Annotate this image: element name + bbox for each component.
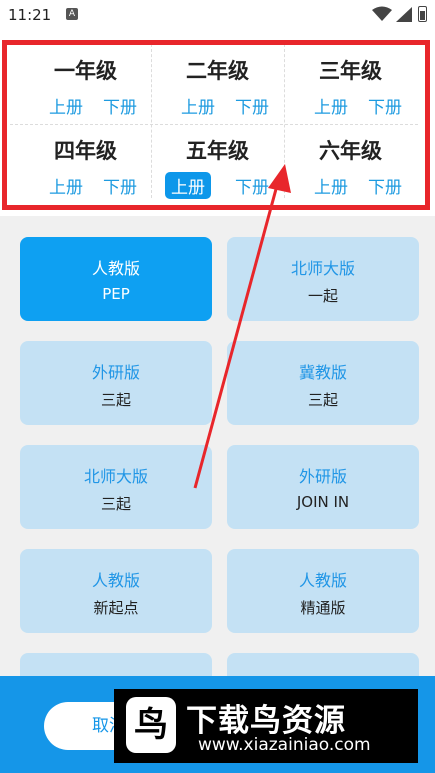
edition-name: 北师大版 [83, 467, 148, 486]
edition-card[interactable]: 人教版 精通版 [227, 549, 419, 633]
edition-name: 北师大版 [290, 259, 355, 278]
edition-card[interactable]: 冀教版 三起 [227, 341, 419, 425]
edition-subtitle: PEP [102, 285, 130, 303]
signal-icon [396, 7, 412, 26]
watermark-url: www.xiazainiao.com [198, 735, 371, 755]
status-bar: 11:21 A [0, 0, 435, 30]
edition-name: 人教版 [91, 571, 140, 590]
edition-name: 人教版 [298, 571, 347, 590]
edition-card[interactable]: 北师大版 一起 [227, 237, 419, 321]
highlight-frame [2, 40, 430, 210]
notification-icon: A [66, 8, 78, 20]
status-time: 11:21 [8, 6, 52, 24]
watermark-title: 下载鸟资源 [186, 703, 346, 739]
edition-card[interactable]: 外研版 JOIN IN [227, 445, 419, 529]
edition-name: 外研版 [91, 363, 140, 382]
edition-subtitle: JOIN IN [296, 493, 350, 511]
edition-subtitle: 精通版 [300, 599, 346, 617]
edition-card-pep[interactable]: 人教版 PEP [20, 237, 212, 321]
edition-name: 人教版 [91, 259, 140, 278]
edition-name: 冀教版 [298, 363, 347, 382]
edition-card[interactable]: 外研版 三起 [20, 341, 212, 425]
battery-icon [418, 6, 427, 22]
edition-subtitle: 一起 [307, 287, 338, 305]
edition-card[interactable]: 人教版 新起点 [20, 549, 212, 633]
watermark-logo: 鸟 [126, 697, 176, 753]
wifi-icon [372, 6, 392, 26]
edition-name: 外研版 [298, 467, 347, 486]
watermark: 鸟 下载鸟资源 www.xiazainiao.com [114, 689, 418, 763]
edition-subtitle: 三起 [100, 495, 131, 513]
edition-subtitle: 三起 [307, 391, 338, 409]
edition-card[interactable]: 北师大版 三起 [20, 445, 212, 529]
edition-subtitle: 新起点 [93, 599, 139, 617]
edition-subtitle: 三起 [100, 391, 131, 409]
